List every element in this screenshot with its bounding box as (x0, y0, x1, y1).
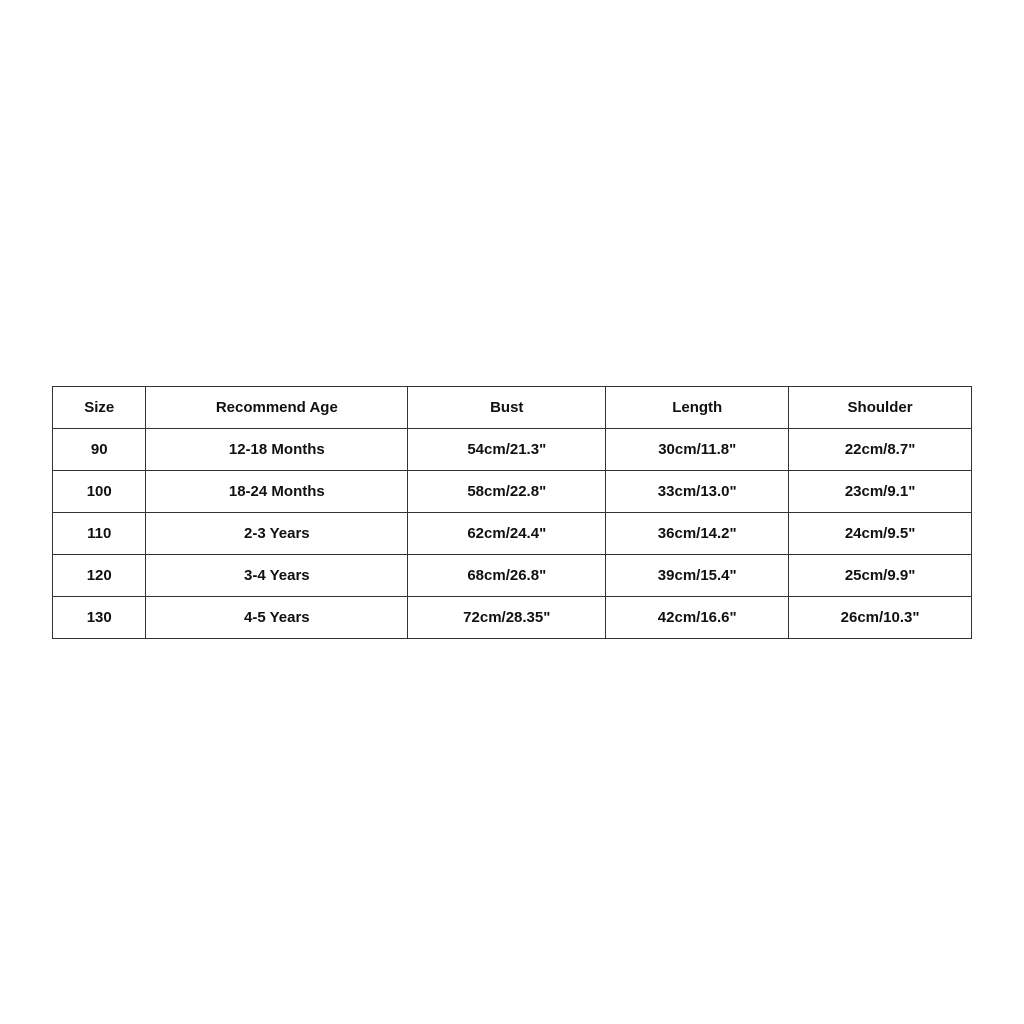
cell-shoulder: 23cm/9.1" (789, 470, 972, 512)
cell-length: 39cm/15.4" (606, 554, 789, 596)
cell-bust: 72cm/28.35" (408, 596, 606, 638)
header-size: Size (53, 386, 146, 428)
table-row: 1304-5 Years72cm/28.35"42cm/16.6"26cm/10… (53, 596, 972, 638)
cell-bust: 62cm/24.4" (408, 512, 606, 554)
cell-size: 100 (53, 470, 146, 512)
table-row: 9012-18 Months54cm/21.3"30cm/11.8"22cm/8… (53, 428, 972, 470)
cell-shoulder: 26cm/10.3" (789, 596, 972, 638)
table-row: 1102-3 Years62cm/24.4"36cm/14.2"24cm/9.5… (53, 512, 972, 554)
size-chart-table: Size Recommend Age Bust Length Shoulder … (52, 386, 972, 639)
cell-bust: 54cm/21.3" (408, 428, 606, 470)
cell-size: 90 (53, 428, 146, 470)
cell-age: 18-24 Months (146, 470, 408, 512)
cell-age: 3-4 Years (146, 554, 408, 596)
header-bust: Bust (408, 386, 606, 428)
header-shoulder: Shoulder (789, 386, 972, 428)
cell-size: 130 (53, 596, 146, 638)
size-chart-container: Size Recommend Age Bust Length Shoulder … (52, 386, 972, 639)
cell-age: 12-18 Months (146, 428, 408, 470)
table-row: 1203-4 Years68cm/26.8"39cm/15.4"25cm/9.9… (53, 554, 972, 596)
cell-age: 4-5 Years (146, 596, 408, 638)
cell-bust: 68cm/26.8" (408, 554, 606, 596)
cell-length: 36cm/14.2" (606, 512, 789, 554)
cell-bust: 58cm/22.8" (408, 470, 606, 512)
cell-length: 42cm/16.6" (606, 596, 789, 638)
header-recommend-age: Recommend Age (146, 386, 408, 428)
table-row: 10018-24 Months58cm/22.8"33cm/13.0"23cm/… (53, 470, 972, 512)
cell-shoulder: 22cm/8.7" (789, 428, 972, 470)
cell-length: 33cm/13.0" (606, 470, 789, 512)
cell-size: 120 (53, 554, 146, 596)
table-header-row: Size Recommend Age Bust Length Shoulder (53, 386, 972, 428)
cell-age: 2-3 Years (146, 512, 408, 554)
cell-shoulder: 25cm/9.9" (789, 554, 972, 596)
cell-size: 110 (53, 512, 146, 554)
header-length: Length (606, 386, 789, 428)
cell-shoulder: 24cm/9.5" (789, 512, 972, 554)
cell-length: 30cm/11.8" (606, 428, 789, 470)
